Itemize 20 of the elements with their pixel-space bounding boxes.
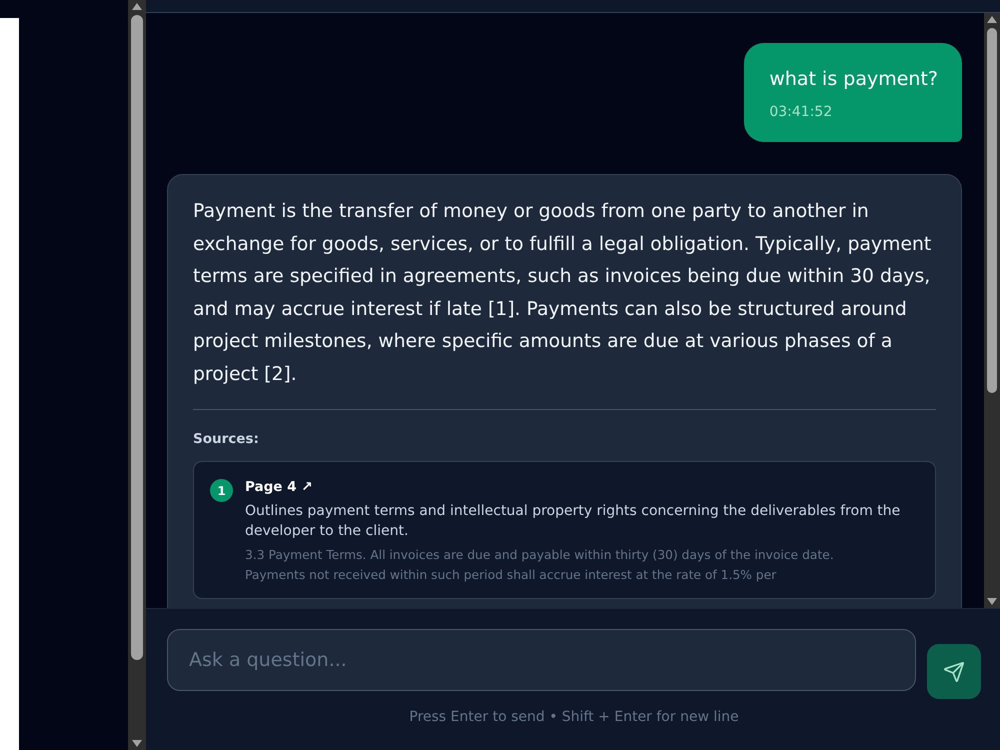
scrollbar-thumb[interactable] (987, 28, 997, 393)
scrollbar[interactable] (128, 0, 146, 750)
triangle-up-icon[interactable] (987, 16, 997, 23)
question-input[interactable]: Ask a question... (167, 629, 916, 691)
source-number-badge: 1 (210, 479, 233, 502)
send-button[interactable] (927, 644, 981, 699)
message-timestamp: 03:41:52 (769, 103, 834, 121)
source-page-link[interactable]: Page 4 ↗ (245, 477, 313, 497)
keyboard-hint: Press Enter to send • Shift + Enter for new line (409, 708, 739, 726)
source-summary: Outlines payment terms and intellectual property rights concerning the deliverables from the developer to the client. (245, 502, 902, 541)
triangle-down-icon[interactable] (132, 740, 142, 747)
triangle-up-icon[interactable] (132, 3, 142, 10)
message-text: what is payment? (769, 67, 938, 92)
triangle-down-icon[interactable] (987, 598, 997, 605)
sources-heading: Sources: (193, 430, 260, 448)
answer-text: Payment is the transfer of money or goods from one party to another in exchange for goods, services, or to fulfill a legal obligation. Typically, payment terms are specified in agreements, such as invoices being due within 30 days, and may accrue interest if late [1]. Payments can also be structured around project milestones, where specific amounts are due at various phases of a project [2]. (193, 200, 932, 386)
scrollbar[interactable] (984, 13, 1000, 608)
scrollbar-thumb[interactable] (131, 15, 143, 660)
source-excerpt: 3.3 Payment Terms. All invoices are due and payable within thirty (30) days of the invoice date. Payments not received within such period shall accrue interest at the rate of 1.5% per (245, 547, 835, 584)
send-icon (943, 660, 965, 682)
